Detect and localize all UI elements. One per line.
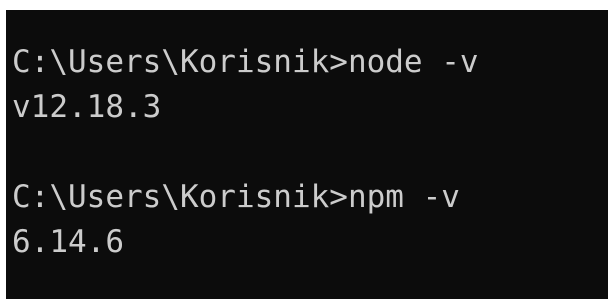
output-npm-version: 6.14.6 [12,224,124,260]
command-line-node: C:\Users\Korisnik>node -v [12,44,479,80]
command-line-npm: C:\Users\Korisnik>npm -v [12,179,460,215]
terminal-window[interactable]: C:\Users\Korisnik>node -v v12.18.3 C:\Us… [6,10,608,299]
output-node-version: v12.18.3 [12,89,162,125]
